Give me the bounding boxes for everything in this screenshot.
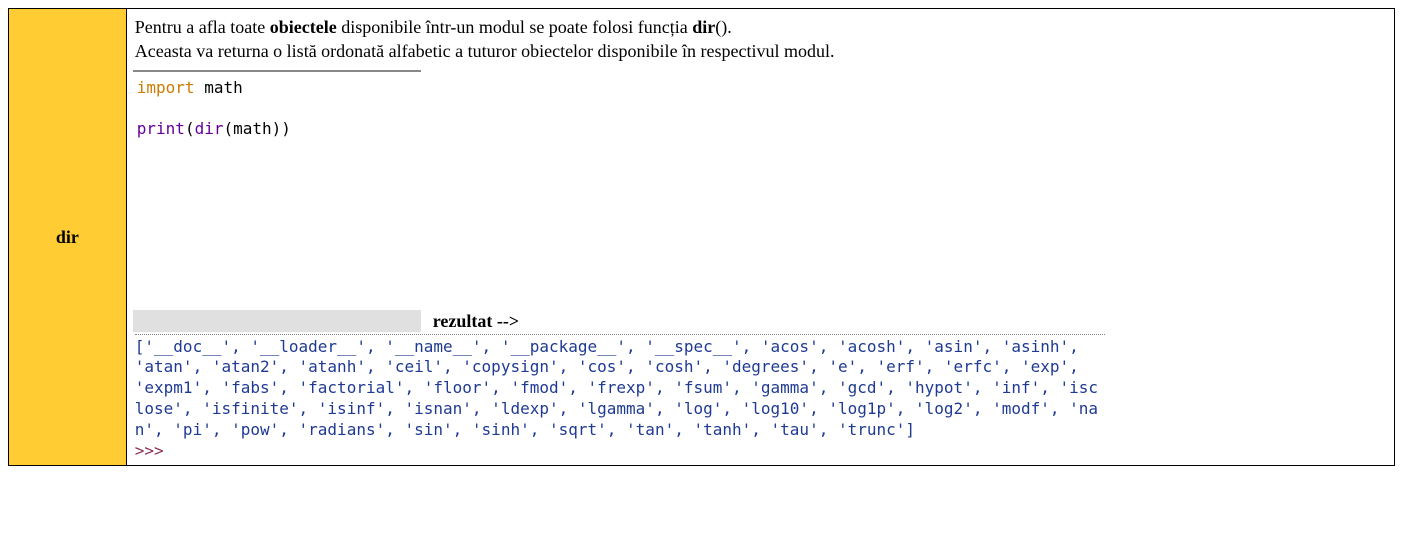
desc-bold-2: dir	[692, 17, 715, 37]
output-block: ['__doc__', '__loader__', '__name__', '_…	[135, 334, 1105, 462]
desc-line2: Aceasta va returna o listă ordonată alfa…	[135, 41, 835, 61]
function-name: dir	[56, 227, 79, 247]
code-rest: (math))	[223, 119, 290, 138]
desc-text: Pentru a afla toate	[135, 17, 270, 37]
desc-text: disponibile într-un modul se poate folos…	[337, 17, 693, 37]
result-label: rezultat -->	[421, 310, 519, 332]
reference-table: dir Pentru a afla toate obiectele dispon…	[8, 8, 1395, 466]
keyword-import: import	[137, 78, 195, 97]
output-list: ['__doc__', '__loader__', '__name__', '_…	[135, 337, 1098, 439]
code-block: import math print(dir(math))	[133, 70, 421, 308]
python-prompt: >>>	[135, 441, 164, 460]
builtin-dir: dir	[195, 119, 224, 138]
result-bar: rezultat -->	[133, 310, 1388, 332]
builtin-print: print	[137, 119, 185, 138]
paren: (	[185, 119, 195, 138]
desc-text: ().	[715, 17, 732, 37]
result-bar-grey	[133, 310, 421, 332]
desc-bold-1: obiectele	[270, 17, 337, 37]
code-module: math	[195, 78, 243, 97]
description: Pentru a afla toate obiectele disponibil…	[135, 15, 1386, 64]
content-cell: Pentru a afla toate obiectele disponibil…	[126, 9, 1394, 466]
function-name-cell: dir	[9, 9, 127, 466]
